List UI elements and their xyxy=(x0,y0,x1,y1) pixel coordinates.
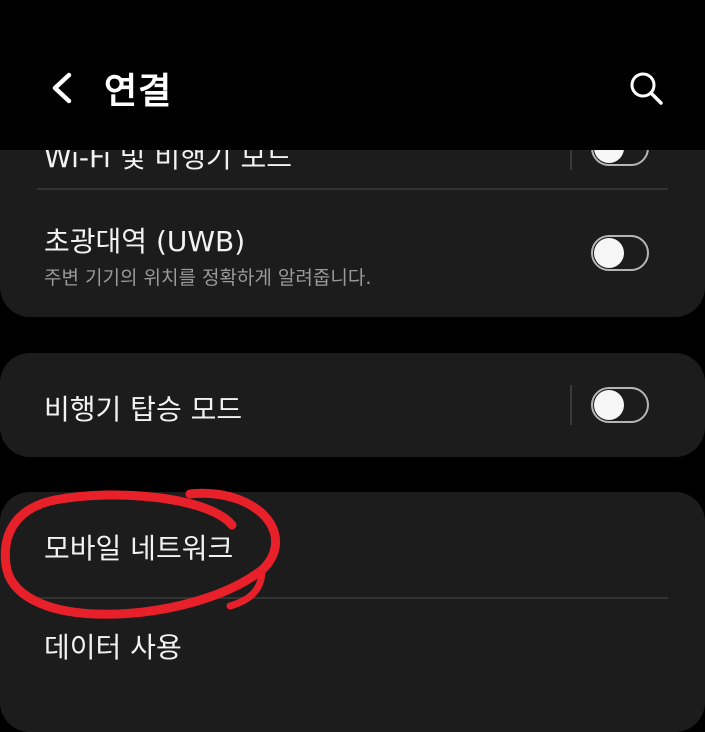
chevron-left-icon xyxy=(52,72,72,104)
settings-item-mobile-network[interactable]: 모바일 네트워크 xyxy=(0,492,705,597)
settings-item-airplane-mode[interactable]: 비행기 탑승 모드 xyxy=(0,353,705,457)
data-usage-title: 데이터 사용 xyxy=(44,631,182,664)
settings-item-uwb[interactable]: 초광대역 (UWB) 주변 기기의 위치를 정확하게 알려줍니다. xyxy=(0,190,705,317)
toggle-knob xyxy=(594,238,624,268)
uwb-toggle[interactable] xyxy=(591,235,649,271)
search-icon xyxy=(630,72,663,105)
settings-card-network: 모바일 네트워크 데이터 사용 xyxy=(0,492,705,732)
item-divider xyxy=(570,385,572,425)
back-button[interactable] xyxy=(40,64,84,112)
app-header: 연결 xyxy=(0,0,705,150)
search-button[interactable] xyxy=(622,64,670,112)
settings-card-airplane: 비행기 탑승 모드 xyxy=(0,353,705,457)
airplane-mode-toggle[interactable] xyxy=(591,387,649,423)
uwb-title: 초광대역 (UWB) xyxy=(44,225,246,258)
uwb-subtitle: 주변 기기의 위치를 정확하게 알려줍니다. xyxy=(44,267,372,289)
page-title: 연결 xyxy=(104,71,173,112)
airplane-mode-title: 비행기 탑승 모드 xyxy=(44,393,243,426)
toggle-knob xyxy=(594,390,624,420)
mobile-network-title: 모바일 네트워크 xyxy=(44,532,234,565)
settings-item-data-usage[interactable]: 데이터 사용 xyxy=(0,599,705,719)
